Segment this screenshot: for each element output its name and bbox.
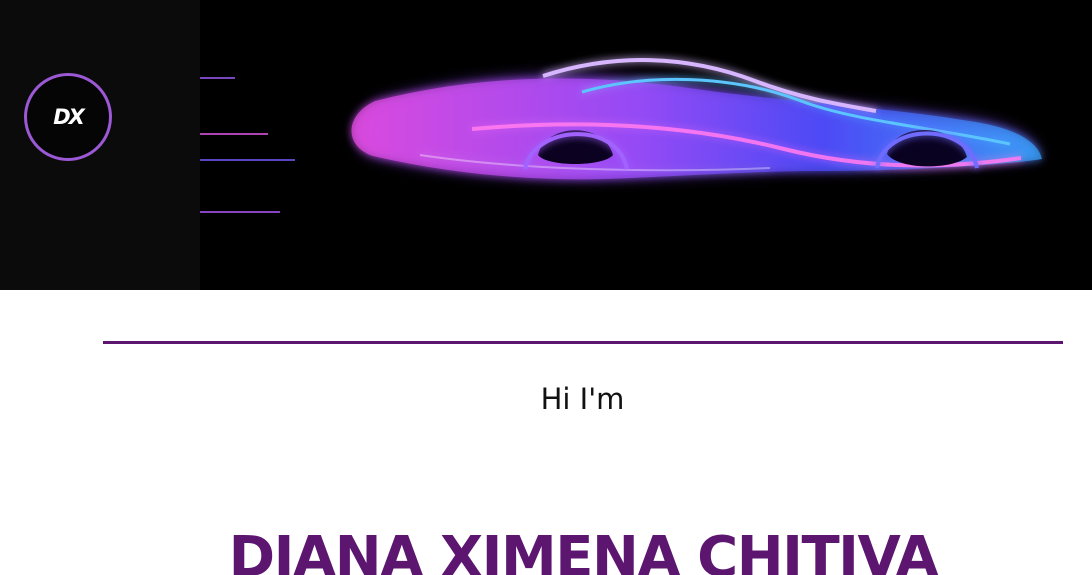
- logo-panel: DX: [0, 0, 200, 290]
- page: DX Hi I'm DIANA XIMENA CHITIVA: [0, 0, 1092, 575]
- site-header: DX: [0, 0, 1092, 290]
- neon-sports-car-image: [200, 0, 1092, 290]
- section-divider: [103, 341, 1063, 344]
- intro-greeting: Hi I'm: [540, 382, 625, 416]
- logo-text: DX: [53, 105, 85, 129]
- profile-name: DIANA XIMENA CHITIVA: [228, 524, 939, 575]
- site-logo[interactable]: DX: [24, 73, 112, 161]
- hero-banner-image: [200, 0, 1092, 290]
